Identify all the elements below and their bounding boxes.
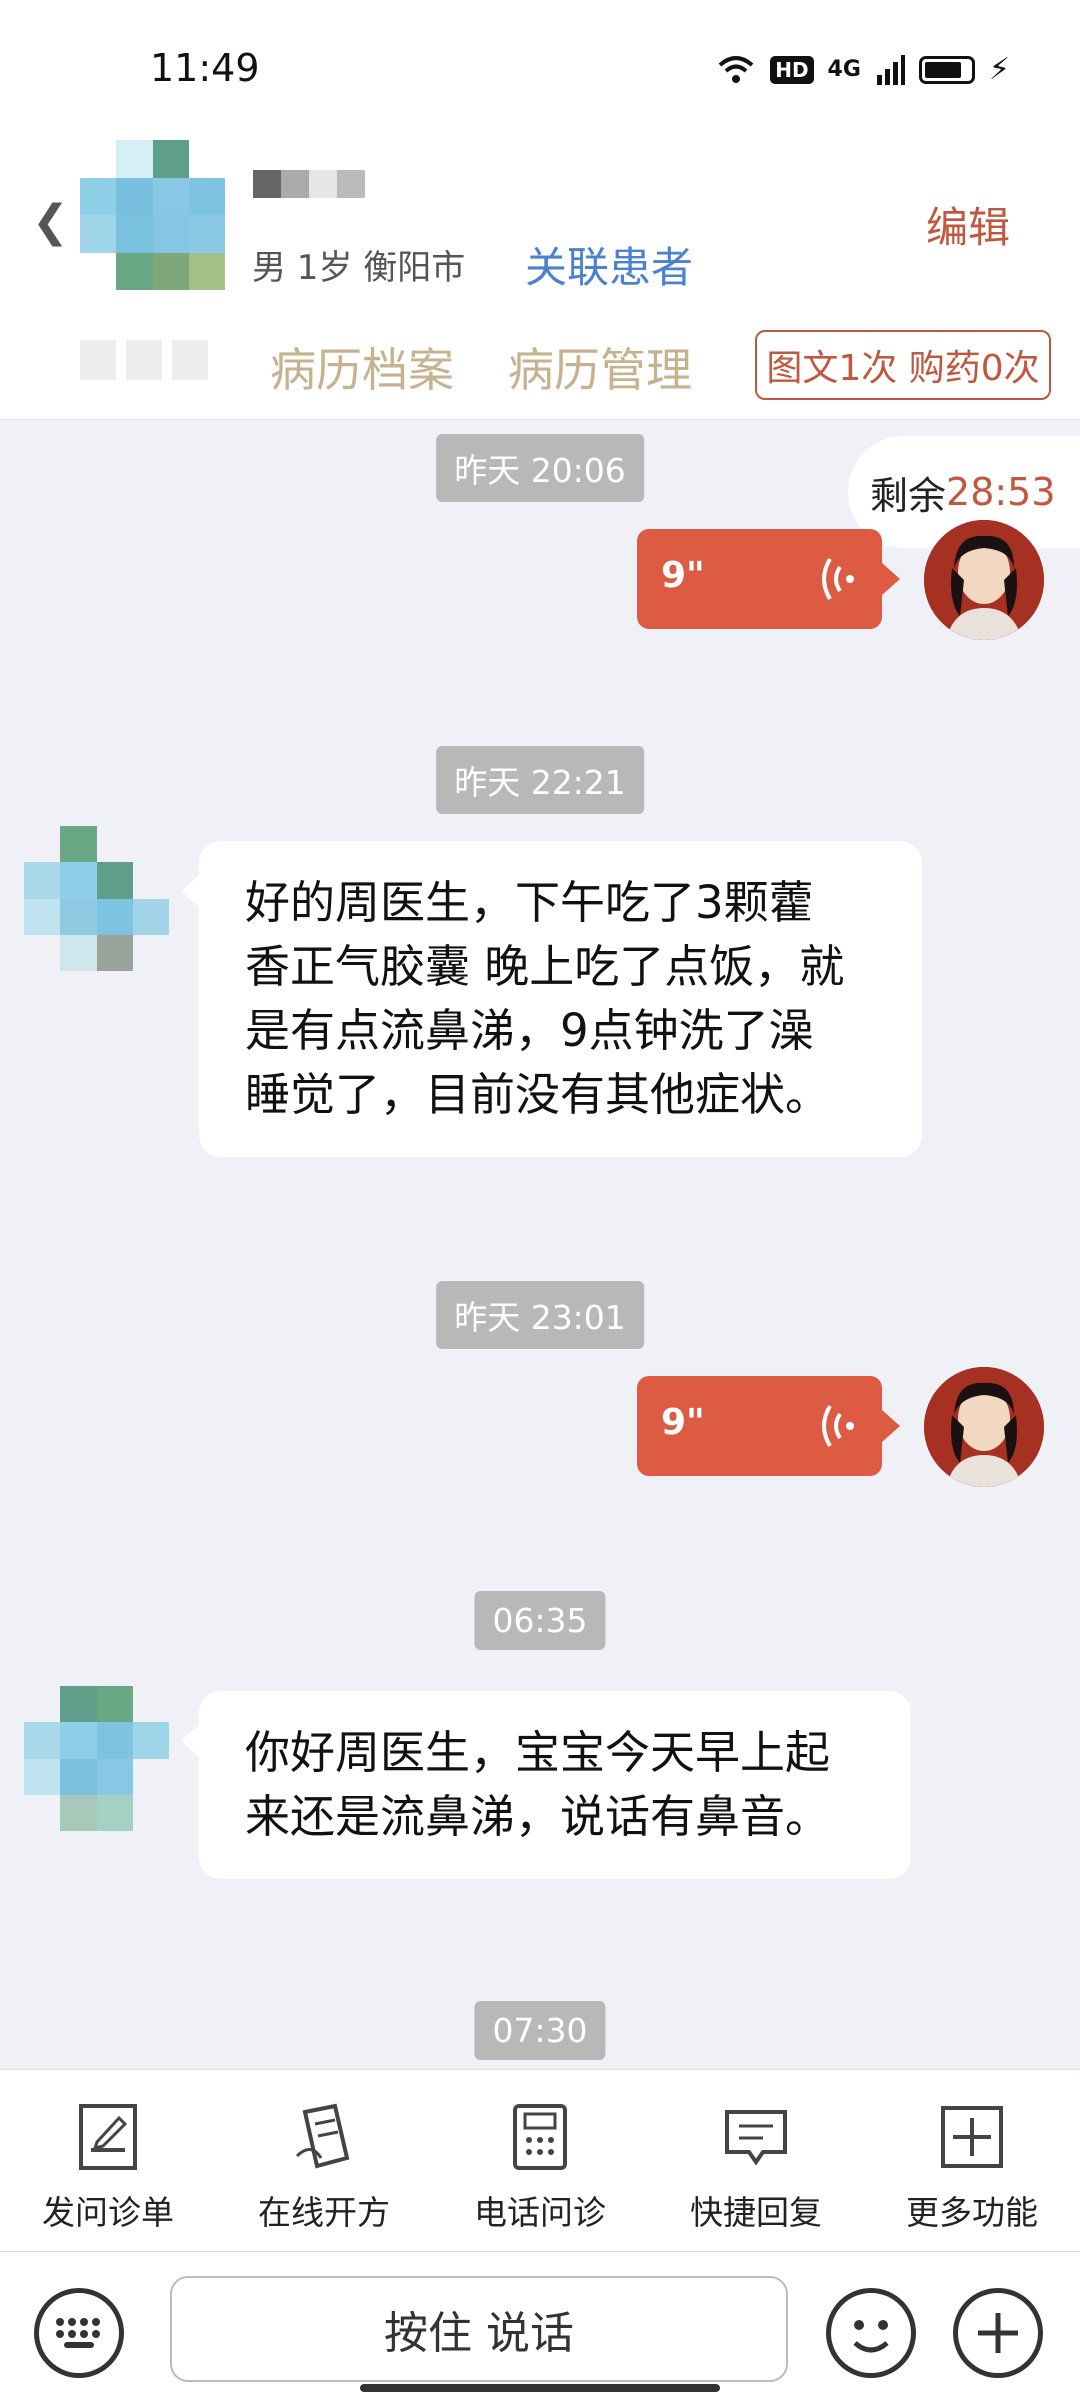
battery-icon — [918, 55, 975, 84]
network-label: 4G — [827, 57, 861, 82]
link-patient-button[interactable]: 关联患者 — [525, 234, 693, 295]
message-line: 来还是流鼻涕，说话有鼻音。 — [245, 1790, 831, 1843]
voice-wave-icon — [822, 557, 854, 601]
tool-label: 电话问诊 — [474, 2193, 606, 2232]
doctor-avatar[interactable] — [924, 520, 1044, 640]
timer-value: 28:53 — [946, 470, 1056, 514]
edit-button[interactable]: 编辑 — [926, 194, 1010, 255]
patient-meta: 男 1岁 衡阳市 — [252, 248, 466, 288]
tab-record-management[interactable]: 病历管理 — [508, 334, 692, 400]
message-line: 睡觉了，目前没有其他症状。 — [245, 1068, 831, 1121]
add-attachment-button[interactable] — [953, 2288, 1043, 2378]
chat-area[interactable]: 昨天 20:06 剩余 28:53 9" 昨天 22:21 好的周医生，下午吃了3… — [0, 421, 1080, 2069]
more-functions-button[interactable]: 更多功能 — [864, 2070, 1080, 2251]
tab-blurred[interactable] — [80, 340, 208, 380]
emoji-icon — [853, 2320, 889, 2353]
patient-avatar[interactable] — [80, 140, 225, 290]
tool-label: 在线开方 — [258, 2193, 390, 2232]
tool-label: 更多功能 — [906, 2193, 1038, 2232]
quick-reply-button[interactable]: 快捷回复 — [648, 2070, 864, 2251]
patient-message[interactable]: 你好周医生，宝宝今天早上起 来还是流鼻涕，说话有鼻音。 — [181, 1691, 911, 1879]
back-icon[interactable]: ❮ — [32, 196, 69, 247]
tab-medical-records[interactable]: 病历档案 — [270, 334, 454, 400]
service-count-badge: 图文1次 购药0次 — [755, 330, 1051, 400]
header-tabs: 病历档案 病历管理 图文1次 购药0次 — [0, 330, 1080, 410]
hd-badge: HD — [770, 55, 814, 84]
voice-message[interactable]: 9" — [637, 529, 900, 629]
voice-duration: 9" — [661, 1402, 705, 1443]
wifi-icon — [718, 55, 754, 83]
emoji-button[interactable] — [826, 2288, 916, 2378]
message-line: 好的周医生，下午吃了3颗藿 — [245, 876, 814, 929]
phone-icon — [513, 2104, 567, 2170]
voice-message[interactable]: 9" — [637, 1376, 900, 1476]
timestamp: 07:30 — [474, 2001, 606, 2060]
voice-duration: 9" — [661, 555, 705, 596]
timer-label: 剩余 — [870, 473, 947, 518]
hold-to-talk-button[interactable]: 按住 说话 — [170, 2276, 788, 2382]
tool-label: 发问诊单 — [42, 2193, 174, 2232]
patient-chat-avatar[interactable] — [24, 1686, 169, 1831]
doctor-avatar[interactable] — [924, 1367, 1044, 1487]
home-indicator[interactable] — [360, 2384, 720, 2392]
message-line: 香正气胶囊 晚上吃了点饭，就 — [245, 940, 845, 993]
patient-name-blurred — [253, 170, 365, 198]
message-line: 是有点流鼻涕，9点钟洗了澡 — [245, 1004, 814, 1057]
status-icons: HD 4G ⚡ — [716, 52, 1010, 87]
function-toolbar: 发问诊单 在线开方 电话问诊 快捷回复 更多功能 — [0, 2069, 1080, 2252]
message-line: 你好周医生，宝宝今天早上起 — [245, 1726, 831, 1779]
signal-icon — [876, 54, 905, 85]
online-prescription-button[interactable]: 在线开方 — [216, 2070, 432, 2251]
plus-icon — [978, 2313, 1018, 2353]
prescription-icon — [295, 2103, 350, 2169]
status-bar: 11:49 HD 4G ⚡ — [0, 0, 1080, 130]
timestamp: 昨天 23:01 — [436, 1281, 644, 1349]
input-bar: 按住 说话 — [0, 2252, 1080, 2400]
status-time: 11:49 — [150, 46, 260, 90]
chat-header: ❮ 男 1岁 衡阳市 关联患者 编辑 病历档案 病历管理 图文1次 购药0次 — [0, 130, 1080, 420]
keyboard-icon — [56, 2318, 100, 2348]
patient-chat-avatar[interactable] — [24, 826, 169, 971]
form-icon — [79, 2104, 137, 2170]
charging-icon: ⚡ — [988, 52, 1010, 87]
send-form-button[interactable]: 发问诊单 — [0, 2070, 216, 2251]
timestamp: 昨天 22:21 — [436, 746, 644, 814]
voice-wave-icon — [822, 1404, 854, 1448]
tool-label: 快捷回复 — [690, 2193, 822, 2232]
patient-message[interactable]: 好的周医生，下午吃了3颗藿 香正气胶囊 晚上吃了点饭，就 是有点流鼻涕，9点钟洗… — [181, 841, 922, 1157]
phone-consult-button[interactable]: 电话问诊 — [432, 2070, 648, 2251]
keyboard-toggle-button[interactable] — [34, 2288, 124, 2378]
timestamp: 昨天 20:06 — [436, 434, 644, 502]
more-icon — [941, 2106, 1003, 2168]
timestamp: 06:35 — [474, 1591, 606, 1650]
quick-reply-icon — [725, 2110, 787, 2166]
